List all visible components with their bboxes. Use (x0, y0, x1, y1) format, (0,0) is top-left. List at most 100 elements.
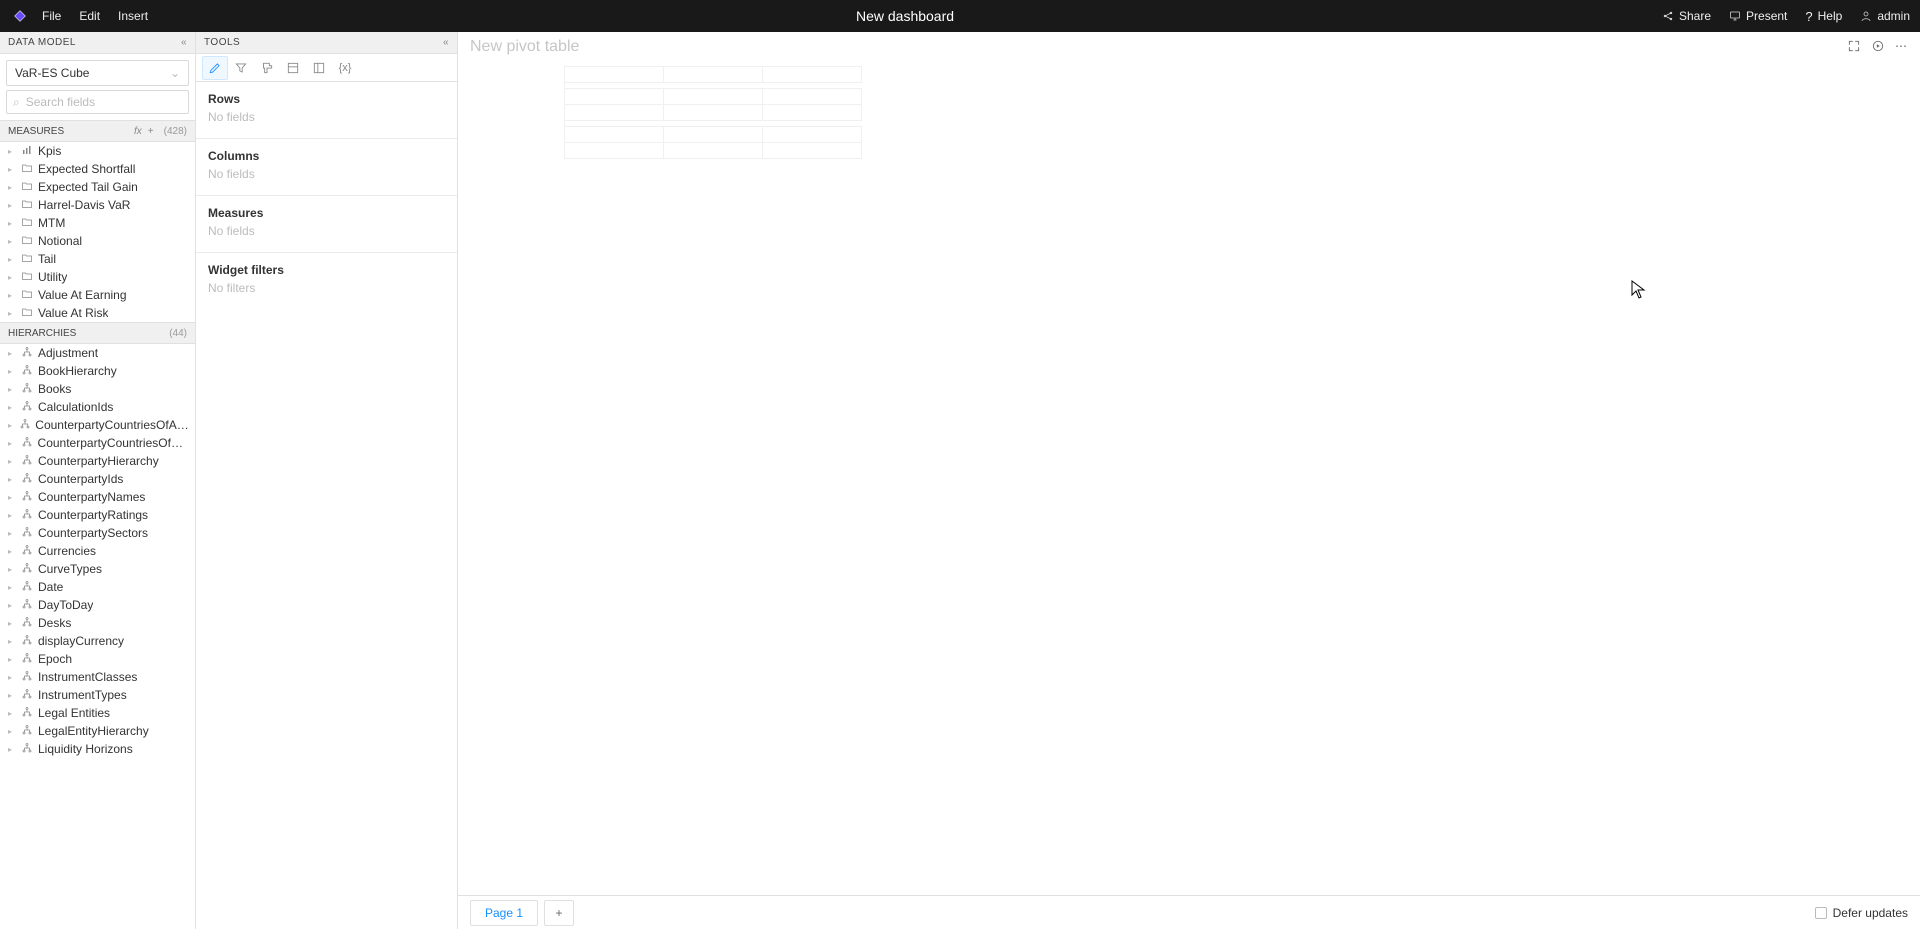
help-button[interactable]: ? Help (1805, 9, 1842, 24)
hierarchy-item[interactable]: ▸BookHierarchy (0, 362, 195, 380)
search-input[interactable] (24, 94, 183, 110)
folder-icon (20, 216, 34, 231)
hierarchy-icon (20, 634, 34, 649)
measure-item[interactable]: ▸Kpis (0, 142, 195, 160)
expand-icon[interactable] (1847, 39, 1861, 56)
folder-icon (20, 252, 34, 267)
measures-header: MEASURES (8, 126, 64, 137)
share-label: Share (1679, 9, 1711, 23)
rows-empty: No fields (208, 110, 445, 138)
hierarchy-icon (20, 706, 34, 721)
monitor-icon (1729, 10, 1741, 22)
rows-section[interactable]: Rows No fields (196, 82, 457, 139)
tool-tab-filter[interactable] (228, 56, 254, 80)
hierarchy-item[interactable]: ▸Desks (0, 614, 195, 632)
hierarchy-icon (20, 652, 34, 667)
filters-section[interactable]: Widget filters No filters (196, 253, 457, 309)
measure-item[interactable]: ▸Value At Earning (0, 286, 195, 304)
menu-file[interactable]: File (42, 9, 61, 23)
page-tab-1[interactable]: Page 1 (470, 900, 538, 926)
refresh-icon[interactable] (1871, 39, 1885, 56)
collapse-tools-icon[interactable]: « (443, 37, 449, 48)
tool-tab-vars[interactable]: {x} (332, 56, 358, 80)
hierarchy-icon (20, 724, 34, 739)
measures-tree[interactable]: ▸Kpis▸Expected Shortfall▸Expected Tail G… (0, 142, 195, 322)
tool-tab-layout2[interactable] (306, 56, 332, 80)
layout2-icon (312, 61, 326, 75)
more-icon[interactable]: ⋯ (1895, 39, 1908, 56)
app-logo[interactable] (10, 6, 30, 26)
braces-icon: {x} (339, 62, 352, 74)
tree-label: CounterpartyCountriesOfRisk (38, 436, 191, 450)
hierarchy-icon (20, 562, 34, 577)
cube-selector[interactable]: VaR-ES Cube ⌄ (6, 60, 189, 86)
hierarchy-item[interactable]: ▸CounterpartyCountriesOfAddress (0, 416, 195, 434)
widget-title[interactable]: New pivot table (470, 38, 579, 56)
measure-item[interactable]: ▸Expected Tail Gain (0, 178, 195, 196)
data-model-header: DATA MODEL (8, 37, 76, 48)
hierarchy-item[interactable]: ▸CalculationIds (0, 398, 195, 416)
measure-item[interactable]: ▸Value At Risk (0, 304, 195, 322)
hierarchy-item[interactable]: ▸LegalEntityHierarchy (0, 722, 195, 740)
tree-label: InstrumentClasses (38, 670, 137, 684)
hierarchy-item[interactable]: ▸InstrumentClasses (0, 668, 195, 686)
hierarchy-item[interactable]: ▸InstrumentTypes (0, 686, 195, 704)
hierarchies-tree[interactable]: ▸Adjustment▸BookHierarchy▸Books▸Calculat… (0, 344, 195, 929)
user-menu[interactable]: admin (1860, 9, 1910, 23)
tool-tab-edit[interactable] (202, 56, 228, 80)
tree-label: Harrel-Davis VaR (38, 198, 130, 212)
hierarchy-item[interactable]: ▸CurveTypes (0, 560, 195, 578)
search-fields[interactable]: ⌕ (6, 90, 189, 114)
help-label: Help (1818, 9, 1843, 23)
tree-label: Expected Tail Gain (38, 180, 138, 194)
hierarchy-item[interactable]: ▸Legal Entities (0, 704, 195, 722)
mouse-cursor (1631, 280, 1647, 300)
hierarchy-item[interactable]: ▸CounterpartyRatings (0, 506, 195, 524)
hierarchy-item[interactable]: ▸CounterpartyHierarchy (0, 452, 195, 470)
hierarchy-item[interactable]: ▸Liquidity Horizons (0, 740, 195, 758)
tree-label: DayToDay (38, 598, 93, 612)
hierarchy-item[interactable]: ▸Adjustment (0, 344, 195, 362)
fx-icon[interactable]: fx (134, 126, 142, 137)
present-button[interactable]: Present (1729, 9, 1787, 23)
hierarchy-item[interactable]: ▸DayToDay (0, 596, 195, 614)
collapse-data-model-icon[interactable]: « (181, 37, 187, 48)
tree-label: Utility (38, 270, 67, 284)
menu-insert[interactable]: Insert (118, 9, 148, 23)
share-button[interactable]: Share (1662, 9, 1711, 23)
folder-icon (20, 270, 34, 285)
add-measure-icon[interactable]: + (148, 126, 154, 137)
dashboard-title[interactable]: New dashboard (148, 8, 1662, 24)
tree-label: Currencies (38, 544, 96, 558)
data-model-panel: DATA MODEL « VaR-ES Cube ⌄ ⌕ MEASURES fx… (0, 32, 196, 929)
measure-item[interactable]: ▸MTM (0, 214, 195, 232)
measure-item[interactable]: ▸Tail (0, 250, 195, 268)
tool-tab-format[interactable] (254, 56, 280, 80)
hierarchy-item[interactable]: ▸CounterpartyCountriesOfRisk (0, 434, 195, 452)
hierarchy-item[interactable]: ▸Books (0, 380, 195, 398)
tree-label: MTM (38, 216, 65, 230)
hierarchy-item[interactable]: ▸Date (0, 578, 195, 596)
defer-updates-toggle[interactable]: Defer updates (1815, 906, 1908, 920)
hierarchy-item[interactable]: ▸displayCurrency (0, 632, 195, 650)
hierarchy-icon (20, 472, 34, 487)
hierarchy-item[interactable]: ▸CounterpartyIds (0, 470, 195, 488)
tree-label: LegalEntityHierarchy (38, 724, 149, 738)
measures-section[interactable]: Measures No fields (196, 196, 457, 253)
hierarchy-item[interactable]: ▸CounterpartySectors (0, 524, 195, 542)
tool-tab-layout1[interactable] (280, 56, 306, 80)
hierarchy-item[interactable]: ▸Currencies (0, 542, 195, 560)
add-page-button[interactable]: + (544, 900, 574, 926)
menu-edit[interactable]: Edit (79, 9, 100, 23)
measure-item[interactable]: ▸Expected Shortfall (0, 160, 195, 178)
measure-item[interactable]: ▸Harrel-Davis VaR (0, 196, 195, 214)
hierarchy-item[interactable]: ▸Epoch (0, 650, 195, 668)
canvas-body[interactable] (458, 62, 1920, 929)
tree-label: BookHierarchy (38, 364, 117, 378)
measure-item[interactable]: ▸Utility (0, 268, 195, 286)
columns-section[interactable]: Columns No fields (196, 139, 457, 196)
measure-item[interactable]: ▸Notional (0, 232, 195, 250)
hierarchy-item[interactable]: ▸CounterpartyNames (0, 488, 195, 506)
tree-label: displayCurrency (38, 634, 124, 648)
folder-icon (20, 288, 34, 303)
